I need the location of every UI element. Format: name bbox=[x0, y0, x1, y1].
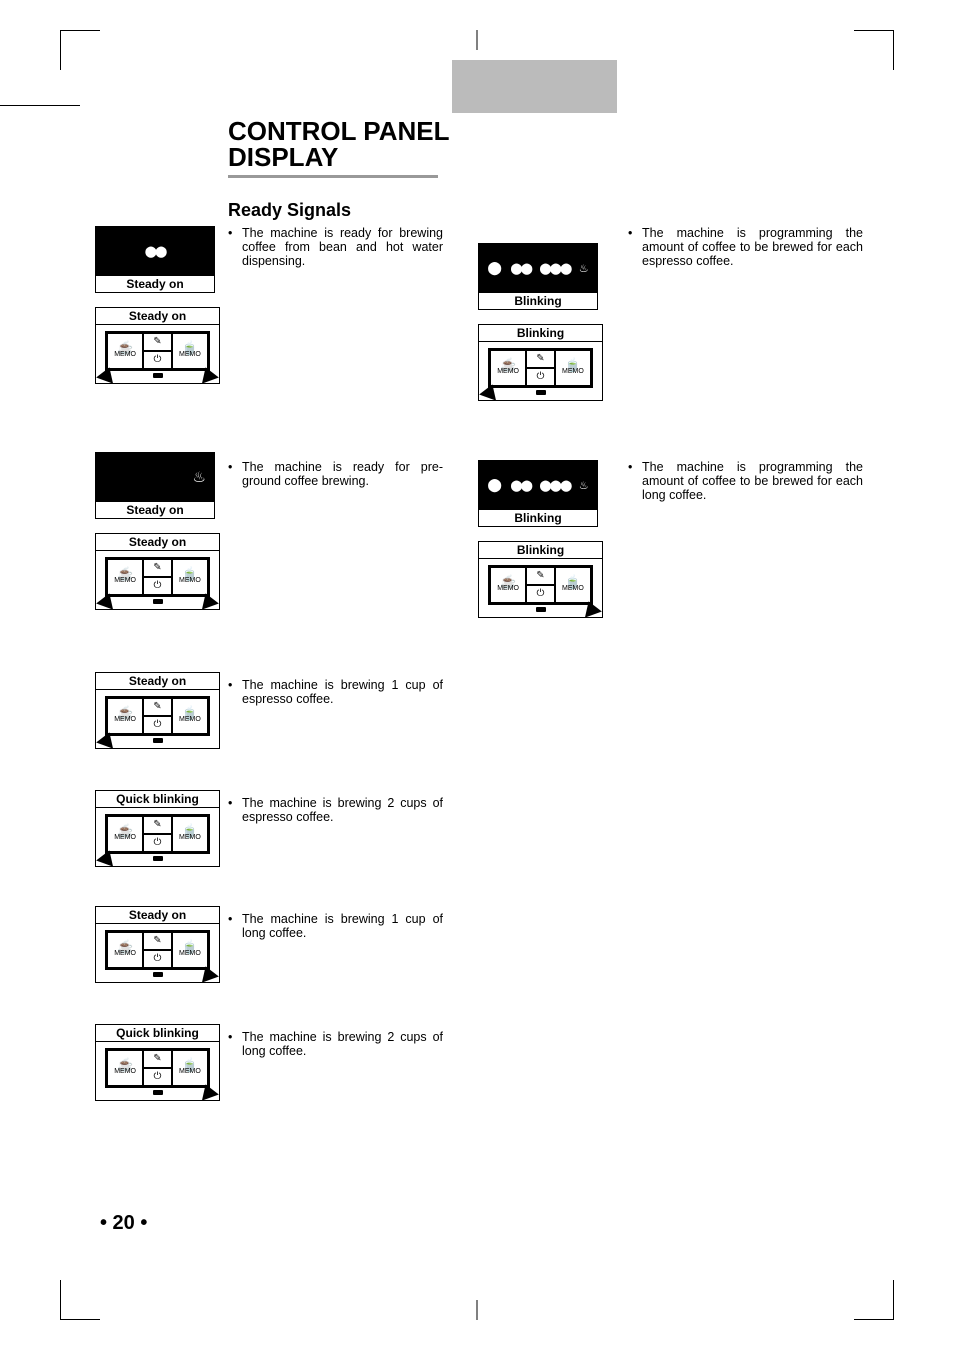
power-icon: ⏻ bbox=[143, 351, 172, 369]
bleed-line bbox=[0, 105, 80, 106]
power-icon: ⏻ bbox=[526, 368, 555, 386]
espresso-cup-icon: ☕ bbox=[117, 344, 133, 351]
beans-icon: ⬤⬤ bbox=[510, 479, 531, 492]
control-panel-icon: ☕MEMO ✎⏻ 🍵MEMO bbox=[95, 923, 220, 983]
display-icon: ⬤ ⬤⬤ ⬤⬤⬤ ♨ bbox=[478, 243, 598, 293]
panel-label: Steady on bbox=[95, 906, 220, 923]
figure-signal: ⬤ ⬤⬤ ⬤⬤⬤ ♨ Blinking Blinking ☕MEMO ✎⏻ 🍵M… bbox=[478, 243, 618, 401]
crop-mark bbox=[477, 1300, 478, 1320]
power-icon: ⏻ bbox=[526, 585, 555, 603]
power-icon: ⏻ bbox=[143, 950, 172, 968]
hot-water-icon: ♨ bbox=[193, 468, 206, 486]
long-cup-icon: 🍵 bbox=[182, 943, 198, 950]
espresso-cup-icon: ☕ bbox=[117, 570, 133, 577]
beans-icon: ⬤⬤⬤ bbox=[539, 262, 570, 275]
long-cup-icon: 🍵 bbox=[565, 578, 581, 585]
control-panel-icon: ☕MEMO ✎ ⏻ 🍵MEMO bbox=[95, 324, 220, 384]
display-icon: ⬤⬤ bbox=[95, 226, 215, 276]
figure-signal: Steady on ☕MEMO ✎⏻ 🍵MEMO bbox=[95, 672, 225, 749]
display-label: Steady on bbox=[95, 276, 215, 293]
figure-signal: Steady on ☕MEMO ✎⏻ 🍵MEMO bbox=[95, 906, 225, 983]
ground-coffee-icon: ✎ bbox=[143, 1050, 172, 1068]
ground-coffee-icon: ✎ bbox=[143, 816, 172, 834]
hot-water-icon: ♨ bbox=[579, 479, 589, 492]
title-rule bbox=[228, 175, 438, 178]
panel-label: Quick blinking bbox=[95, 790, 220, 807]
figure-signal: Quick blinking ☕MEMO ✎⏻ 🍵MEMO bbox=[95, 790, 225, 867]
body-text: •The machine is brewing 1 cup of espress… bbox=[228, 678, 443, 706]
figure-signal: ⬤ ⬤⬤ ⬤⬤⬤ ♨ Blinking Blinking ☕MEMO ✎⏻ 🍵M… bbox=[478, 460, 618, 618]
long-cup-icon: 🍵 bbox=[182, 709, 198, 716]
crop-mark bbox=[60, 30, 100, 70]
display-label: Steady on bbox=[95, 502, 215, 519]
display-icon: ⬤ ⬤⬤ ⬤⬤⬤ ♨ bbox=[478, 460, 598, 510]
ground-coffee-icon: ✎ bbox=[526, 567, 555, 585]
hot-water-icon: ♨ bbox=[579, 262, 589, 275]
power-icon: ⏻ bbox=[143, 1068, 172, 1086]
espresso-cup-icon: ☕ bbox=[117, 943, 133, 950]
section-heading: Ready Signals bbox=[228, 200, 351, 221]
bean-icon: ⬤ bbox=[487, 260, 502, 276]
power-icon: ⏻ bbox=[143, 834, 172, 852]
control-panel-icon: ☕MEMO ✎⏻ 🍵MEMO bbox=[95, 807, 220, 867]
power-icon: ⏻ bbox=[143, 716, 172, 734]
long-cup-icon: 🍵 bbox=[182, 827, 198, 834]
display-label: Blinking bbox=[478, 510, 598, 527]
espresso-cup-icon: ☕ bbox=[117, 1061, 133, 1068]
control-panel-icon: ☕MEMO ✎⏻ 🍵MEMO bbox=[95, 550, 220, 610]
figure-signal: Quick blinking ☕MEMO ✎⏻ 🍵MEMO bbox=[95, 1024, 225, 1101]
ground-coffee-icon: ✎ bbox=[143, 698, 172, 716]
bean-icon: ⬤ bbox=[487, 477, 502, 493]
long-cup-icon: 🍵 bbox=[182, 1061, 198, 1068]
display-label: Blinking bbox=[478, 293, 598, 310]
title-line1: CONTROL PANEL bbox=[228, 118, 449, 144]
ground-coffee-icon: ✎ bbox=[143, 932, 172, 950]
crop-mark bbox=[60, 1280, 100, 1320]
control-panel-icon: ☕MEMO ✎⏻ 🍵MEMO bbox=[478, 558, 603, 618]
espresso-cup-icon: ☕ bbox=[117, 709, 133, 716]
beans-icon: ⬤⬤ bbox=[510, 262, 531, 275]
control-panel-icon: ☕MEMO ✎⏻ 🍵MEMO bbox=[478, 341, 603, 401]
crop-mark bbox=[854, 1280, 894, 1320]
panel-label: Blinking bbox=[478, 324, 603, 341]
panel-label: Steady on bbox=[95, 672, 220, 689]
espresso-cup-icon: ☕ bbox=[117, 827, 133, 834]
ground-coffee-icon: ✎ bbox=[143, 559, 172, 577]
panel-label: Blinking bbox=[478, 541, 603, 558]
page-number: • 20 • bbox=[100, 1212, 147, 1235]
ground-coffee-icon: ✎ bbox=[143, 333, 172, 351]
panel-label: Steady on bbox=[95, 533, 220, 550]
beans-icon: ⬤⬤⬤ bbox=[539, 479, 570, 492]
ground-coffee-icon: ✎ bbox=[526, 350, 555, 368]
title-line2: DISPLAY bbox=[228, 144, 449, 170]
espresso-cup-icon: ☕ bbox=[500, 361, 516, 368]
page-title: CONTROL PANEL DISPLAY bbox=[228, 118, 449, 170]
thumb-tab bbox=[452, 60, 617, 113]
crop-mark bbox=[477, 30, 478, 50]
long-cup-icon: 🍵 bbox=[565, 361, 581, 368]
espresso-cup-icon: ☕ bbox=[500, 578, 516, 585]
power-icon: ⏻ bbox=[143, 577, 172, 595]
panel-label: Quick blinking bbox=[95, 1024, 220, 1041]
crop-mark bbox=[854, 30, 894, 70]
display-icon: ♨ bbox=[95, 452, 215, 502]
body-text: •The machine is brewing 2 cups of espres… bbox=[228, 796, 443, 824]
control-panel-icon: ☕MEMO ✎⏻ 🍵MEMO bbox=[95, 1041, 220, 1101]
long-cup-icon: 🍵 bbox=[182, 570, 198, 577]
body-text: •The machine is programming the amount o… bbox=[628, 226, 863, 268]
control-panel-icon: ☕MEMO ✎⏻ 🍵MEMO bbox=[95, 689, 220, 749]
body-text: •The machine is programming the amount o… bbox=[628, 460, 863, 502]
long-cup-icon: 🍵 bbox=[182, 344, 198, 351]
panel-label: Steady on bbox=[95, 307, 220, 324]
body-text: •The machine is brewing 2 cups of long c… bbox=[228, 1030, 443, 1058]
figure-signal: ⬤⬤ Steady on Steady on ☕MEMO ✎ ⏻ 🍵MEMO bbox=[95, 226, 225, 384]
body-text: •The machine is ready for brewing coffee… bbox=[228, 226, 443, 268]
body-text: •The machine is ready for pre-ground cof… bbox=[228, 460, 443, 488]
body-text: •The machine is brewing 1 cup of long co… bbox=[228, 912, 443, 940]
figure-signal: ♨ Steady on Steady on ☕MEMO ✎⏻ 🍵MEMO bbox=[95, 452, 225, 610]
beans-icon: ⬤⬤ bbox=[145, 245, 166, 258]
